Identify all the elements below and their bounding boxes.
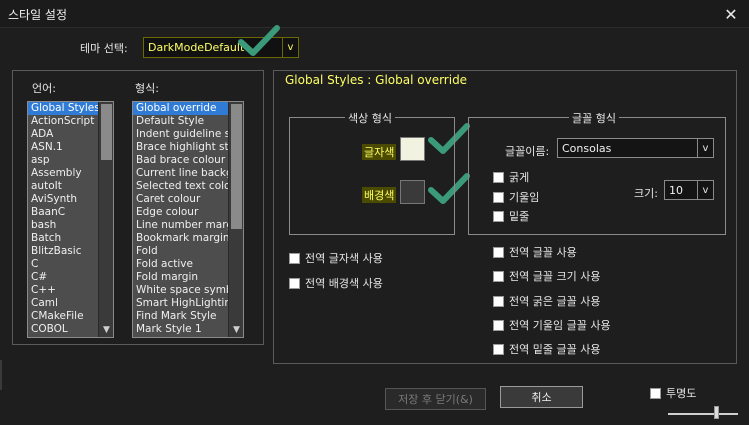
global-italic-checkbox[interactable]: 전역 기울임 글꼴 사용: [493, 317, 611, 333]
chevron-down-icon[interactable]: v: [697, 181, 713, 199]
italic-label: 기울임: [509, 191, 540, 204]
global-underline-label: 전역 밑줄 글꼴 사용: [509, 343, 601, 356]
checkbox-box[interactable]: [493, 295, 504, 307]
global-font-size-checkbox[interactable]: 전역 글꼴 크기 사용: [493, 268, 600, 284]
list-item[interactable]: Fold margin: [133, 271, 243, 284]
chevron-down-icon[interactable]: ▼: [99, 325, 113, 335]
global-bold-label: 전역 굵은 글꼴 사용: [509, 295, 601, 308]
foreground-label: 글자색: [362, 144, 397, 160]
color-style-group: 색상 형식: [289, 110, 455, 235]
title-bar: 스타일 설정 ✕: [0, 0, 749, 28]
font-name-label: 글꼴이름:: [505, 145, 550, 158]
chevron-down-icon[interactable]: v: [282, 38, 298, 57]
list-item[interactable]: Default Style: [133, 115, 243, 128]
scrollbar-thumb[interactable]: [101, 104, 112, 160]
transparency-label: 투명도: [666, 387, 697, 400]
slider-thumb[interactable]: [714, 406, 719, 419]
list-item[interactable]: Fold: [133, 245, 243, 258]
transparency-checkbox[interactable]: 투명도: [650, 385, 696, 401]
list-item[interactable]: Fold active: [133, 258, 243, 271]
list-item[interactable]: Smart HighLighting: [133, 297, 243, 310]
global-bg-label: 전역 배경색 사용: [305, 277, 383, 290]
cancel-button[interactable]: 취소: [500, 386, 583, 408]
font-style-legend: 글꼴 형식: [569, 110, 619, 126]
global-fg-checkbox[interactable]: 전역 글자색 사용: [289, 250, 383, 266]
language-header: 언어:: [32, 82, 56, 95]
list-item[interactable]: Edge colour: [133, 206, 243, 219]
theme-label: 테마 선택:: [80, 42, 128, 55]
list-item[interactable]: Bookmark margin: [133, 232, 243, 245]
language-scrollbar[interactable]: ▼: [98, 102, 113, 337]
global-font-label: 전역 글꼴 사용: [509, 246, 577, 259]
list-item[interactable]: Find Mark Style: [133, 310, 243, 323]
global-font-checkbox[interactable]: 전역 글꼴 사용: [493, 244, 577, 260]
font-size-value: 10: [669, 184, 683, 197]
save-close-button[interactable]: 저장 후 닫기(&): [385, 388, 486, 410]
chevron-down-icon[interactable]: ▼: [229, 325, 243, 335]
theme-value: DarkModeDefault: [148, 41, 245, 54]
bold-label: 굵게: [509, 171, 530, 184]
checkbox-box[interactable]: [493, 343, 504, 355]
font-size-select[interactable]: 10 v: [664, 180, 714, 200]
underline-checkbox[interactable]: 밑줄: [493, 208, 529, 224]
checkbox-box[interactable]: [493, 319, 504, 331]
list-item[interactable]: Caret colour: [133, 193, 243, 206]
list-item[interactable]: Indent guideline style: [133, 128, 243, 141]
list-item[interactable]: White space symbol: [133, 284, 243, 297]
list-item[interactable]: Selected text colour: [133, 180, 243, 193]
background-color-swatch[interactable]: [400, 180, 425, 204]
global-fg-label: 전역 글자색 사용: [305, 252, 383, 265]
list-item[interactable]: Bad brace colour: [133, 154, 243, 167]
bold-checkbox[interactable]: 굵게: [493, 169, 529, 185]
window-edge: [0, 360, 2, 390]
list-item[interactable]: Line number margin: [133, 219, 243, 232]
checkbox-box[interactable]: [493, 191, 504, 203]
scrollbar-thumb[interactable]: [231, 104, 242, 229]
list-item[interactable]: Mark Style 1: [133, 323, 243, 336]
global-bg-checkbox[interactable]: 전역 배경색 사용: [289, 275, 383, 291]
checkmark-icon: [238, 25, 280, 56]
checkbox-box[interactable]: [493, 270, 504, 282]
font-name-select[interactable]: Consolas v: [557, 138, 714, 158]
font-name-value: Consolas: [562, 142, 612, 155]
background-label: 배경색: [362, 187, 397, 203]
font-size-label: 크기:: [634, 187, 658, 200]
global-italic-label: 전역 기울임 글꼴 사용: [509, 319, 611, 332]
global-bold-checkbox[interactable]: 전역 굵은 글꼴 사용: [493, 293, 600, 309]
checkbox-box[interactable]: [493, 210, 504, 222]
underline-label: 밑줄: [509, 210, 530, 223]
close-icon: ✕: [724, 4, 738, 24]
close-button[interactable]: ✕: [713, 0, 749, 28]
checkbox-box[interactable]: [493, 246, 504, 258]
style-scrollbar[interactable]: ▼: [228, 102, 243, 337]
foreground-color-swatch[interactable]: [400, 137, 425, 161]
language-listbox[interactable]: Global Styles ActionScript ADA ASN.1 asp Asse…: [27, 101, 114, 338]
checkbox-box[interactable]: [289, 252, 300, 264]
checkbox-box[interactable]: [493, 171, 504, 183]
panel-title: Global Styles : Global override: [285, 73, 468, 87]
style-header: 형식:: [135, 82, 159, 95]
italic-checkbox[interactable]: 기울임: [493, 189, 539, 205]
window-title: 스타일 설정: [8, 8, 68, 22]
checkbox-box[interactable]: [650, 387, 661, 399]
style-listbox[interactable]: Global override Default Style Indent guide…: [132, 101, 244, 338]
list-item[interactable]: Brace highlight style: [133, 141, 243, 154]
transparency-slider[interactable]: [668, 413, 738, 415]
chevron-down-icon[interactable]: v: [697, 139, 713, 157]
list-item[interactable]: Global override: [133, 102, 243, 115]
color-style-legend: 색상 형식: [345, 110, 395, 126]
global-underline-checkbox[interactable]: 전역 밑줄 글꼴 사용: [493, 341, 600, 357]
global-font-size-label: 전역 글꼴 크기 사용: [509, 270, 601, 283]
checkbox-box[interactable]: [289, 277, 300, 289]
list-item[interactable]: Current line background: [133, 167, 243, 180]
